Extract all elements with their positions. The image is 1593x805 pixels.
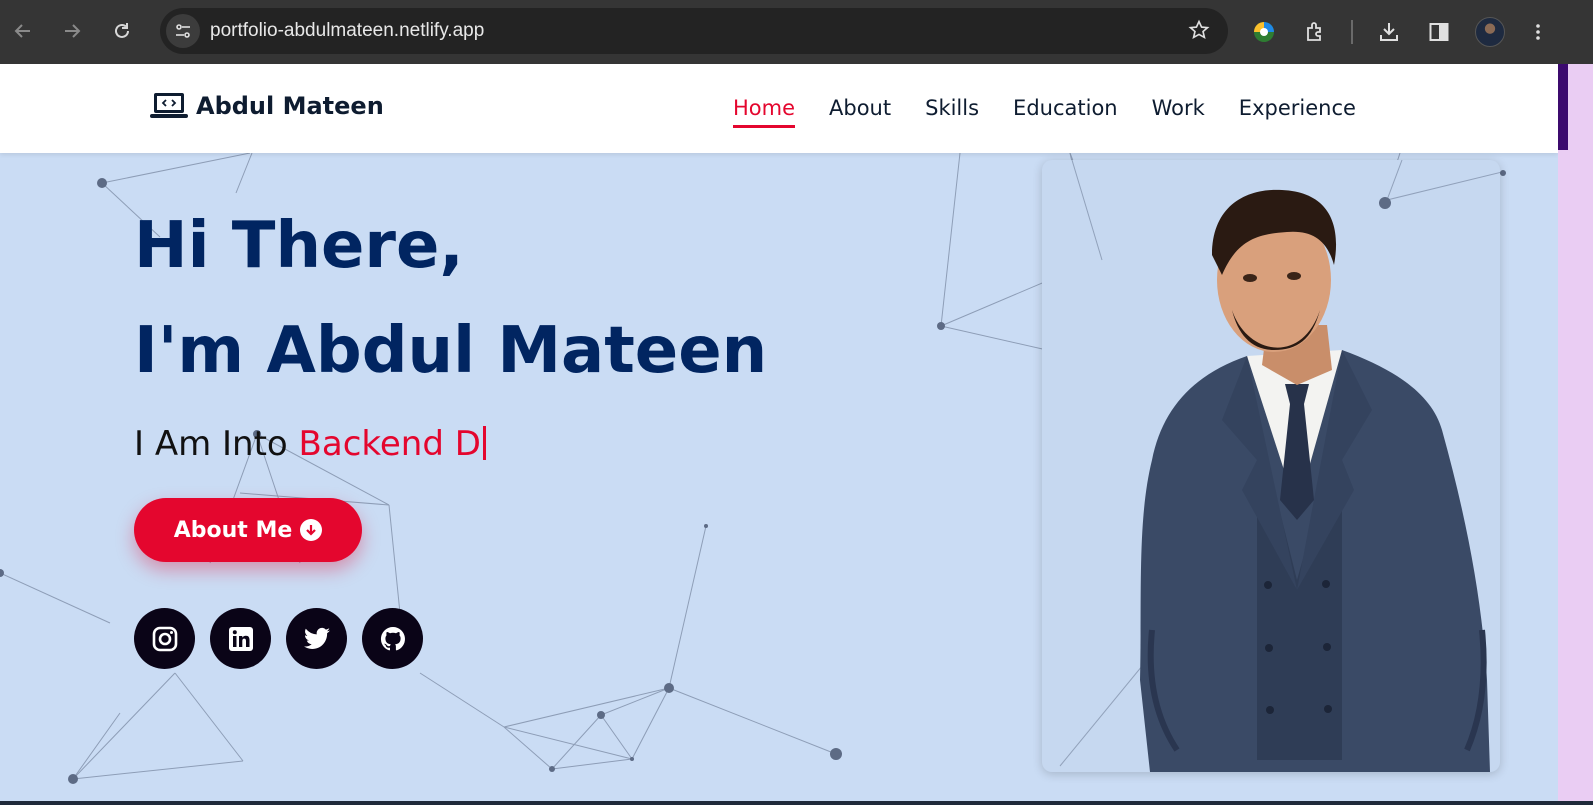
nav-home[interactable]: Home — [733, 96, 796, 128]
extensions-button[interactable] — [1297, 14, 1333, 50]
nav-education[interactable]: Education — [1013, 96, 1118, 128]
toolbar-separator — [1351, 20, 1353, 44]
back-button[interactable] — [6, 14, 40, 48]
typed-tagline: I Am Into Backend D — [134, 424, 486, 464]
linkedin-icon — [228, 626, 253, 651]
side-panel-button[interactable] — [1421, 14, 1457, 50]
about-me-button[interactable]: About Me — [134, 498, 362, 562]
twitter-icon — [303, 627, 330, 649]
nav-about[interactable]: About — [829, 96, 891, 128]
reload-icon — [115, 23, 129, 38]
instagram-link[interactable] — [134, 608, 195, 669]
scrollbar-thumb[interactable] — [1558, 64, 1568, 150]
main-nav: Home About Skills Education Work Experie… — [733, 96, 1356, 128]
linkedin-link[interactable] — [210, 608, 271, 669]
kebab-menu-icon — [1536, 24, 1540, 40]
page-bottom-edge — [0, 801, 1593, 805]
tune-icon — [176, 24, 190, 38]
typed-value: Backend D — [298, 424, 481, 464]
page-viewport: Abdul Mateen Home About Skills Education… — [0, 64, 1593, 805]
browser-toolbar: portfolio-abdulmateen.netlify.app — [0, 0, 1593, 64]
site-settings-button[interactable] — [166, 14, 200, 48]
social-links — [134, 608, 423, 669]
site-navbar: Abdul Mateen Home About Skills Education… — [0, 64, 1558, 153]
browser-menu-button[interactable] — [1520, 14, 1556, 50]
reload-button[interactable] — [105, 14, 139, 48]
arrow-circle-down-icon — [300, 519, 323, 541]
nav-work[interactable]: Work — [1152, 96, 1205, 128]
scrollbar-track[interactable] — [1558, 64, 1593, 805]
star-icon — [1188, 19, 1210, 40]
side-panel-icon — [1429, 23, 1449, 41]
puzzle-icon — [1307, 22, 1321, 41]
person-in-suit-illustration — [1059, 160, 1500, 772]
hero-greeting: Hi There, — [134, 209, 464, 283]
forward-button[interactable] — [55, 14, 89, 48]
typing-cursor — [482, 426, 486, 460]
brand-name: Abdul Mateen — [196, 92, 384, 120]
profile-photo — [1042, 160, 1500, 772]
laptop-code-icon — [150, 93, 188, 118]
arrow-left-icon — [14, 24, 30, 38]
github-link[interactable] — [362, 608, 423, 669]
extension-button[interactable] — [1246, 14, 1282, 50]
nav-experience[interactable]: Experience — [1239, 96, 1356, 128]
arrow-right-icon — [65, 24, 81, 38]
hero-name-heading: I'm Abdul Mateen — [134, 314, 768, 388]
about-me-label: About Me — [173, 517, 293, 543]
twitter-link[interactable] — [286, 608, 347, 669]
download-icon — [1380, 23, 1398, 41]
profile-avatar[interactable] — [1475, 17, 1505, 47]
address-bar[interactable]: portfolio-abdulmateen.netlify.app — [160, 8, 1228, 54]
brand-logo-link[interactable]: Abdul Mateen — [150, 92, 384, 120]
nav-skills[interactable]: Skills — [925, 96, 979, 128]
colorful-extension-icon — [1254, 22, 1274, 42]
url-text[interactable]: portfolio-abdulmateen.netlify.app — [210, 20, 484, 42]
instagram-icon — [152, 626, 177, 651]
bookmark-star-button[interactable] — [1188, 19, 1210, 45]
typed-prefix: I Am Into — [134, 424, 299, 464]
downloads-button[interactable] — [1371, 14, 1407, 50]
github-icon — [380, 626, 405, 650]
